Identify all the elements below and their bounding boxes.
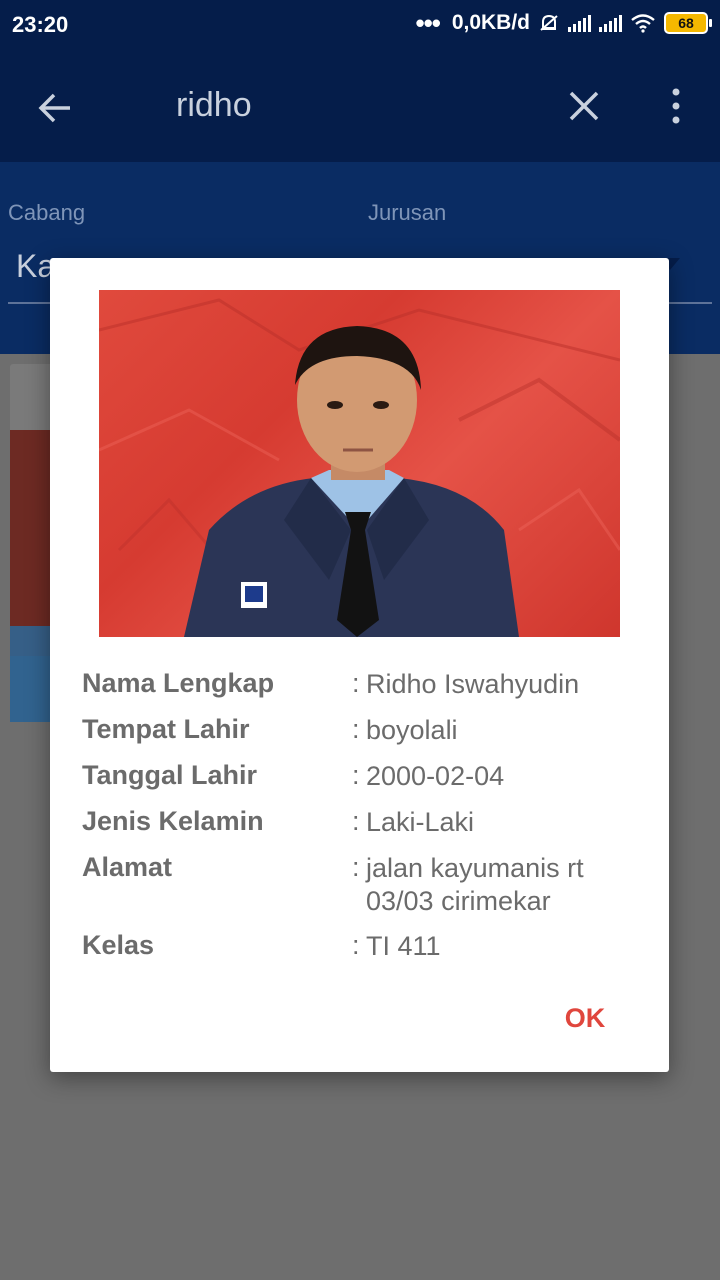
back-arrow-icon[interactable] — [36, 88, 76, 128]
field-value: boyolali — [366, 715, 458, 745]
field-colon: : — [352, 930, 360, 960]
student-portrait-image — [99, 298, 620, 637]
more-notifications-icon: ••• — [415, 8, 441, 38]
field-value: jalan kayumanis rt 03/03 cirimekar — [366, 853, 584, 916]
field-colon: : — [352, 760, 360, 790]
field-row-jenis-kelamin: Jenis Kelamin : Laki-Laki — [82, 806, 642, 840]
search-toolbar: ridho — [0, 52, 720, 162]
field-row-alamat: Alamat : jalan kayumanis rt 03/03 cirime… — [82, 852, 642, 918]
field-label: Tempat Lahir — [82, 714, 250, 744]
network-speed: 0,0KB/d — [451, 11, 530, 34]
battery-icon: 68 — [664, 12, 712, 34]
student-photo — [99, 290, 620, 637]
cabang-label: Cabang — [8, 200, 86, 225]
ok-button[interactable]: OK — [550, 998, 620, 1038]
field-value: 2000-02-04 — [366, 761, 505, 791]
field-row-tempat-lahir: Tempat Lahir : boyolali — [82, 714, 642, 748]
field-label: Tanggal Lahir — [82, 760, 258, 790]
field-colon: : — [352, 714, 360, 744]
student-detail-dialog: Nama Lengkap : Ridho Iswahyudin Tempat L… — [50, 258, 669, 1072]
field-value: Laki-Laki — [366, 807, 475, 837]
field-label: Nama Lengkap — [82, 668, 275, 698]
field-row-tanggal-lahir: Tanggal Lahir : 2000-02-04 — [82, 760, 642, 794]
field-label: Jenis Kelamin — [82, 806, 264, 836]
signal-icon — [568, 14, 591, 32]
status-bar: 23:20 ••• 0,0KB/d 68 — [0, 0, 720, 52]
signal-icon-2 — [599, 14, 622, 32]
status-time: 23:20 — [12, 12, 69, 37]
field-value: TI 411 — [366, 931, 441, 961]
mute-bell-icon — [540, 14, 558, 31]
search-input[interactable]: ridho — [176, 86, 252, 125]
field-row-kelas: Kelas : TI 411 — [82, 930, 642, 964]
field-colon: : — [352, 852, 360, 882]
field-label: Alamat — [82, 852, 173, 882]
close-icon[interactable] — [566, 88, 602, 124]
field-label: Kelas — [82, 930, 155, 960]
field-value: Ridho Iswahyudin — [366, 669, 580, 699]
status-icons: ••• 0,0KB/d 68 — [415, 8, 712, 38]
more-vert-icon[interactable] — [664, 86, 688, 126]
field-colon: : — [352, 668, 360, 698]
field-row-nama: Nama Lengkap : Ridho Iswahyudin — [82, 668, 642, 702]
wifi-icon — [631, 14, 655, 33]
field-colon: : — [352, 806, 360, 836]
jurusan-label: Jurusan — [368, 200, 447, 225]
